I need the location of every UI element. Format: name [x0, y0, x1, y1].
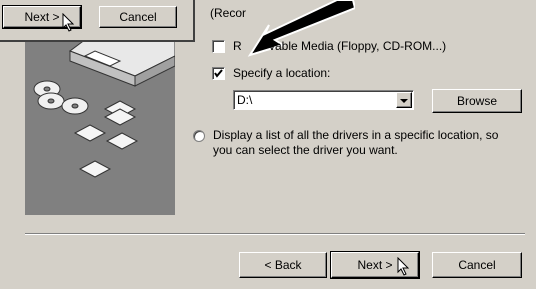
chevron-down-icon	[400, 99, 408, 103]
inset-cancel-button[interactable]: Cancel	[99, 6, 177, 28]
add-new-hardware-wizard: Next > Cancel (Recor R vable Media (Flop…	[0, 0, 536, 289]
display-list-radio[interactable]	[193, 130, 205, 142]
removable-media-label-end: vable Media (Floppy, CD-ROM...)	[269, 39, 447, 53]
display-list-label-line1: Display a list of all the drivers in a s…	[213, 128, 499, 142]
back-label: < Back	[264, 258, 302, 272]
back-button[interactable]: < Back	[239, 252, 327, 278]
mouse-pointer-icon	[62, 13, 75, 32]
inset-cancel-label: Cancel	[119, 10, 157, 24]
inset-next-label: Next >	[24, 10, 60, 24]
removable-media-checkbox[interactable]	[212, 40, 225, 53]
footer-separator	[25, 233, 525, 235]
display-list-label-line2: you can select the driver you want.	[213, 143, 398, 157]
mouse-cursor-icon	[397, 257, 410, 276]
pointer-arrow-icon	[247, 0, 355, 57]
location-dropdown-button[interactable]	[396, 92, 412, 108]
removable-media-label-start: R	[233, 39, 242, 53]
next-label: Next >	[357, 258, 393, 272]
cancel-label: Cancel	[458, 258, 496, 272]
browse-label: Browse	[456, 94, 497, 108]
browse-button[interactable]: Browse	[432, 89, 522, 113]
specify-location-label: Specify a location:	[233, 66, 331, 80]
location-combobox[interactable]: D:\	[233, 90, 414, 110]
location-value: D:\	[237, 93, 253, 107]
cancel-button[interactable]: Cancel	[432, 252, 522, 278]
enlarged-button-inset: Next > Cancel	[0, 0, 195, 42]
checkmark-icon	[214, 69, 223, 78]
specify-location-checkbox[interactable]	[212, 67, 225, 80]
wizard-illustration	[25, 21, 175, 215]
computer-disks-illustration	[33, 21, 175, 178]
